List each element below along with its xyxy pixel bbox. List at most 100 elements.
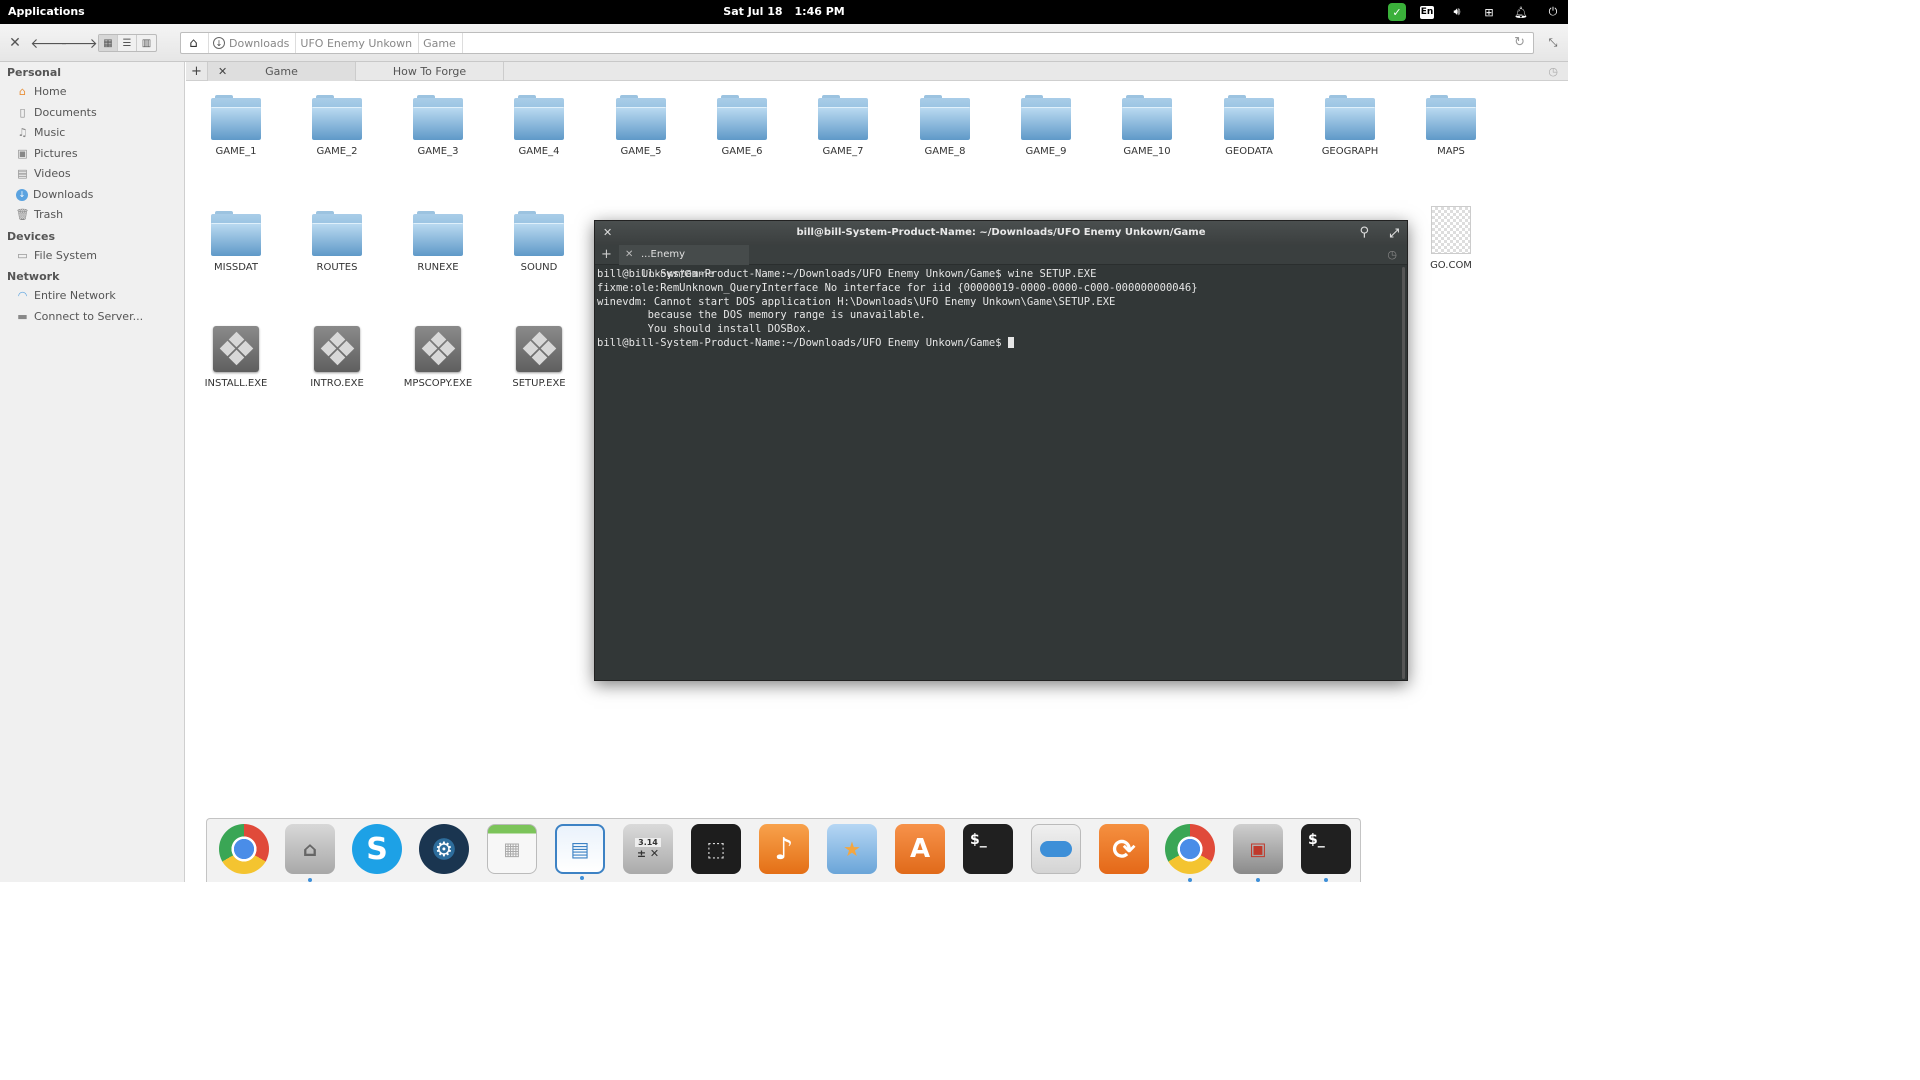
folder-icon: [1426, 95, 1476, 140]
dock-calculator-icon[interactable]: 3.14 ± ✕: [623, 824, 673, 874]
terminal-line: fixme:ole:RemUnknown_QueryInterface No i…: [597, 281, 1198, 294]
dock-writer-icon[interactable]: ▤: [555, 824, 605, 880]
volume-icon[interactable]: 🔊︎: [1448, 3, 1466, 21]
dock-chrome-2-icon[interactable]: [1165, 824, 1215, 882]
file-item[interactable]: SETUP.EXE: [489, 326, 589, 389]
security-shield-icon[interactable]: ✓: [1388, 3, 1406, 21]
close-window-icon[interactable]: ✕: [8, 33, 22, 53]
sidebar-item-trash[interactable]: 🗑︎ Trash: [0, 205, 184, 226]
breadcrumb-game[interactable]: Game: [419, 33, 463, 53]
file-item[interactable]: ROUTES: [287, 211, 387, 273]
sidebar-item-videos[interactable]: ▤ Videos: [0, 164, 184, 185]
sidebar-item-home[interactable]: ⌂ Home: [0, 82, 184, 103]
terminal-line: You should install DOSBox.: [597, 323, 812, 336]
dock-updater-icon[interactable]: ⟳: [1099, 824, 1149, 874]
sidebar-item-documents[interactable]: ▯ Documents: [0, 103, 184, 124]
maximize-icon[interactable]: ⤢: [1389, 221, 1399, 245]
drive-icon: ▭: [17, 248, 28, 262]
file-item[interactable]: MAPS: [1401, 95, 1501, 157]
file-item[interactable]: GAME_5: [591, 95, 691, 157]
file-item[interactable]: MPSCOPY.EXE: [388, 326, 488, 389]
music-icon: ♫: [17, 126, 28, 139]
dock-music-icon[interactable]: ♪: [759, 824, 809, 874]
breadcrumb-ufo[interactable]: UFO Enemy Unkown: [296, 33, 420, 53]
terminal-scrollbar[interactable]: [1402, 267, 1405, 679]
close-icon[interactable]: ✕: [603, 221, 612, 245]
file-item[interactable]: GEODATA: [1199, 95, 1299, 157]
file-label: GAME_5: [620, 146, 662, 157]
terminal-window[interactable]: ✕ bill@bill-System-Product-Name: ~/Downl…: [594, 220, 1408, 681]
wifi-icon: ◠: [17, 289, 28, 302]
dock-screenshot-icon[interactable]: ⬚: [691, 824, 741, 874]
reload-icon[interactable]: ↻: [1514, 35, 1525, 50]
file-item[interactable]: SOUND: [489, 211, 589, 273]
tab-game[interactable]: ✕ Game: [208, 62, 356, 81]
file-item[interactable]: INSTALL.EXE: [186, 326, 286, 389]
dock-chrome-icon[interactable]: [219, 824, 269, 874]
sidebar-item-connect-server[interactable]: ▬ Connect to Server...: [0, 307, 184, 328]
dock-terminal-2-icon[interactable]: $_: [1301, 824, 1351, 882]
column-view-icon[interactable]: ▥: [137, 35, 156, 51]
keyboard-layout-indicator[interactable]: En: [1420, 5, 1434, 19]
executable-icon: [213, 326, 259, 372]
search-icon[interactable]: ⚲: [1359, 221, 1369, 245]
sidebar-item-entire-network[interactable]: ◠ Entire Network: [0, 286, 184, 307]
dock-photos-icon[interactable]: ★: [827, 824, 877, 874]
executable-icon: [516, 326, 562, 372]
close-tab-icon[interactable]: ✕: [625, 245, 633, 265]
breadcrumb-downloads[interactable]: ↓ Downloads: [209, 33, 297, 53]
terminal-tab[interactable]: ✕ ...Enemy Unkown/Game: [619, 245, 749, 280]
icon-view-icon[interactable]: ▦: [99, 35, 118, 51]
sidebar-item-downloads[interactable]: ↓ Downloads: [0, 185, 184, 206]
file-item[interactable]: GAME_8: [895, 95, 995, 157]
file-item[interactable]: GAME_6: [692, 95, 792, 157]
file-item[interactable]: GAME_4: [489, 95, 589, 157]
file-item[interactable]: INTRO.EXE: [287, 326, 387, 389]
dock-files-icon[interactable]: ⌂: [285, 824, 335, 882]
com-file-icon: [1431, 206, 1471, 254]
new-tab-button[interactable]: +: [601, 247, 612, 262]
folder-icon: [514, 95, 564, 140]
dock-steam-icon[interactable]: ⚙: [419, 824, 469, 874]
dock-switchboard-icon[interactable]: [1031, 824, 1081, 874]
close-tab-icon[interactable]: ✕: [218, 65, 227, 78]
restore-window-icon[interactable]: ⤡: [1546, 33, 1560, 53]
sidebar: Personal ⌂ Home ▯ Documents ♫ Music ▣ Pictur…: [0, 62, 185, 882]
clock[interactable]: Sat Jul 18 1:46 PM: [0, 5, 1568, 18]
dock-app-center-icon[interactable]: A: [895, 824, 945, 874]
network-icon[interactable]: ⊞: [1480, 3, 1498, 21]
file-label: GAME_10: [1123, 146, 1171, 157]
list-view-icon[interactable]: ☰: [118, 35, 137, 51]
file-item[interactable]: RUNEXE: [388, 211, 488, 273]
path-bar[interactable]: ⌂ ↓ Downloads UFO Enemy Unkown Game ↻: [180, 32, 1534, 54]
dock-terminal-icon[interactable]: $_: [963, 824, 1013, 874]
file-item[interactable]: GAME_7: [793, 95, 893, 157]
dock-backup-icon[interactable]: ▣: [1233, 824, 1283, 882]
file-item[interactable]: GO.COM: [1401, 206, 1501, 271]
file-item[interactable]: GAME_9: [996, 95, 1096, 157]
file-item[interactable]: GAME_1: [186, 95, 286, 157]
dock-calendar-icon[interactable]: ▦: [487, 824, 537, 874]
terminal-output[interactable]: bill@bill-System-Product-Name:~/Download…: [595, 265, 1407, 682]
notification-bell-icon[interactable]: 🔔︎: [1512, 3, 1530, 21]
file-item[interactable]: GEOGRAPH: [1300, 95, 1400, 157]
file-item[interactable]: GAME_2: [287, 95, 387, 157]
power-icon[interactable]: ⏻: [1544, 3, 1562, 21]
home-crumb-icon[interactable]: ⌂: [181, 33, 209, 53]
sidebar-item-music[interactable]: ♫ Music: [0, 123, 184, 144]
history-icon[interactable]: ◷: [1548, 65, 1558, 78]
file-label: GEOGRAPH: [1321, 146, 1379, 157]
dock-skype-icon[interactable]: S: [352, 824, 402, 874]
sidebar-item-file-system[interactable]: ▭ File System: [0, 246, 184, 267]
file-item[interactable]: GAME_3: [388, 95, 488, 157]
sidebar-item-pictures[interactable]: ▣ Pictures: [0, 144, 184, 165]
tab-how-to-forge[interactable]: How To Forge: [356, 62, 504, 81]
file-item[interactable]: MISSDAT: [186, 211, 286, 273]
back-arrow-icon[interactable]: 🡐: [30, 33, 68, 53]
new-tab-button[interactable]: +: [186, 62, 208, 81]
history-icon[interactable]: ◷: [1387, 248, 1397, 261]
forward-arrow-icon[interactable]: 🡒: [60, 33, 98, 53]
terminal-line: winevdm: Cannot start DOS application H:…: [597, 295, 1116, 308]
terminal-titlebar[interactable]: ✕ bill@bill-System-Product-Name: ~/Downl…: [595, 221, 1407, 245]
file-item[interactable]: GAME_10: [1097, 95, 1197, 157]
